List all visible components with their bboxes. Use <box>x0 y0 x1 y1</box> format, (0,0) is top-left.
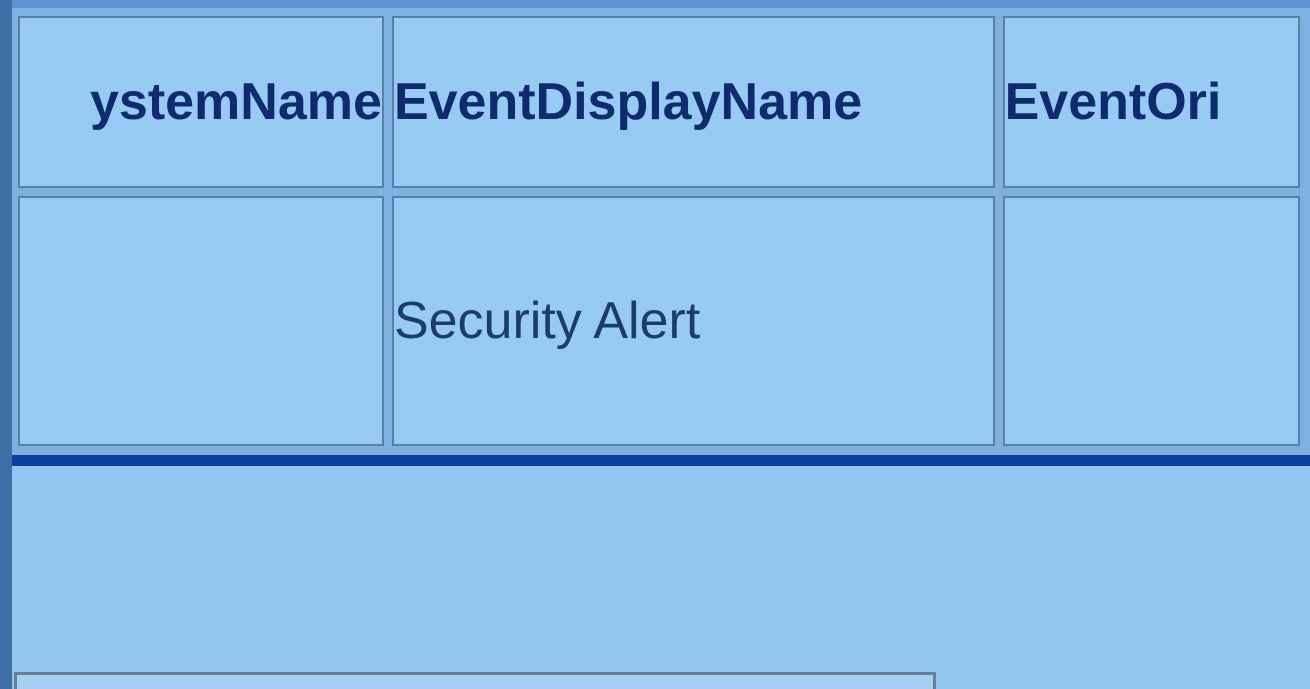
events-table: ystemName EventDisplayName EventOri Secu… <box>12 8 1308 454</box>
column-header-event-display-name[interactable]: EventDisplayName <box>391 16 995 188</box>
section-divider <box>12 455 1310 466</box>
table-header-row: ystemName EventDisplayName EventOri <box>18 16 1300 188</box>
bottom-input-box[interactable] <box>14 672 936 689</box>
window-frame-top <box>12 0 1310 8</box>
column-header-event-origin[interactable]: EventOri <box>1002 16 1300 188</box>
cell-system-name[interactable] <box>18 196 384 446</box>
column-header-system-name[interactable]: ystemName <box>18 16 384 188</box>
table-row[interactable]: Security Alert <box>18 196 1300 446</box>
screen: ystemName EventDisplayName EventOri Secu… <box>0 0 1310 689</box>
events-grid: ystemName EventDisplayName EventOri Secu… <box>12 8 1310 460</box>
cell-event-display-name[interactable]: Security Alert <box>391 196 995 446</box>
cell-event-origin[interactable] <box>1002 196 1300 446</box>
window-frame-left <box>0 0 12 689</box>
